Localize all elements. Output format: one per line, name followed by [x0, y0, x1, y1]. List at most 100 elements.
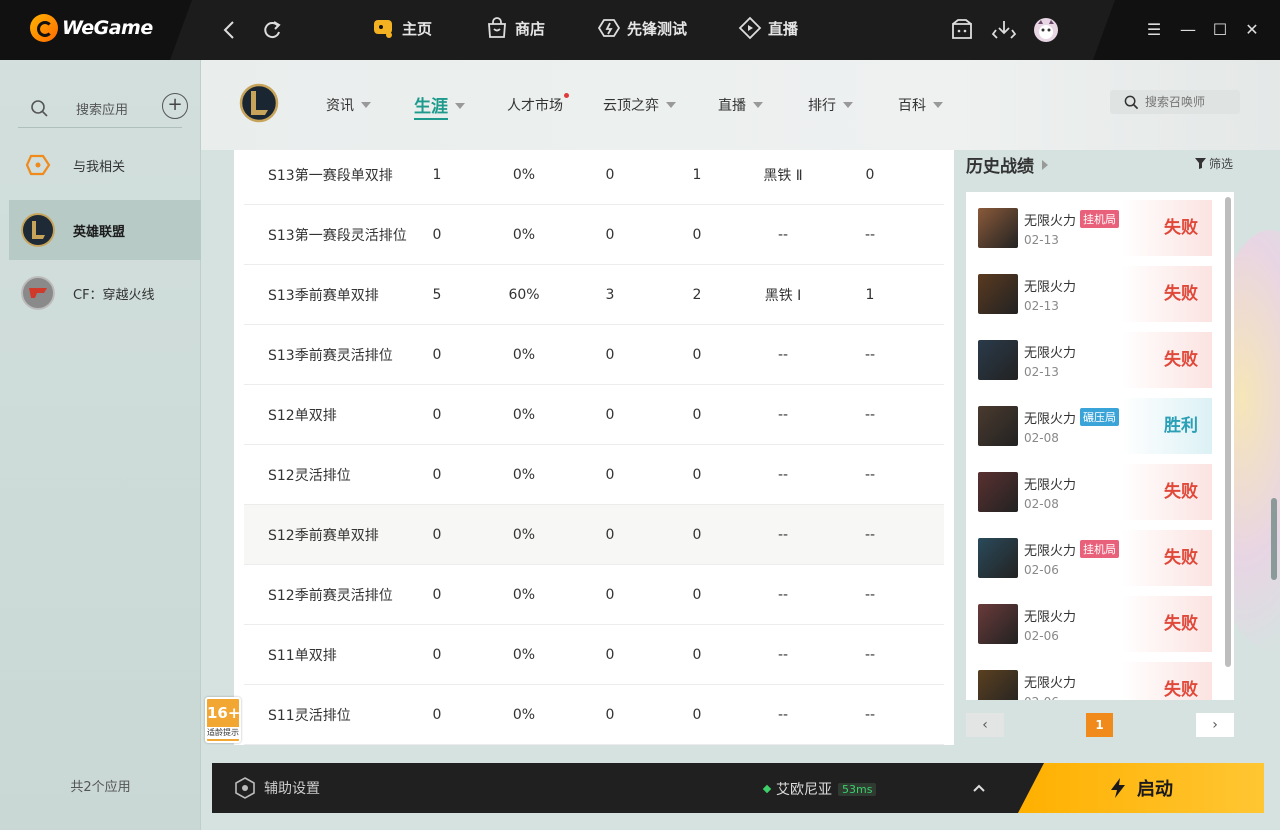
- match-tag: 挂机局: [1080, 210, 1120, 228]
- nav-test[interactable]: 先锋测试: [597, 16, 687, 40]
- queue-name-cell: S12季前赛灵活排位: [268, 587, 393, 604]
- chevron-down-icon: [753, 102, 763, 108]
- match-card[interactable]: 无限火力 02-08 失败: [978, 464, 1212, 520]
- table-row[interactable]: S13第一赛段单双排 1 0% 0 1 黑铁 Ⅱ 0: [244, 150, 944, 205]
- stat-cell: 0: [432, 706, 442, 723]
- tab-label: 生涯: [414, 92, 448, 120]
- menu-icon[interactable]: ☰: [1142, 18, 1166, 42]
- page-scrollbar[interactable]: [1271, 498, 1277, 580]
- assist-settings-button[interactable]: 辅助设置: [234, 777, 320, 799]
- lol-logo[interactable]: [239, 82, 279, 124]
- match-card[interactable]: 无限火力 02-06 失败: [978, 662, 1212, 700]
- stat-cell: 0%: [512, 346, 536, 363]
- add-app-button[interactable]: +: [162, 93, 188, 119]
- summoner-search-input[interactable]: [1145, 95, 1240, 109]
- tab-news[interactable]: 资讯: [326, 95, 371, 115]
- stat-cell: 0: [605, 166, 615, 183]
- match-card[interactable]: 无限火力 挂机局 02-06 失败: [978, 530, 1212, 586]
- match-card[interactable]: 无限火力 碾压局 02-08 胜利: [978, 398, 1212, 454]
- nav-home[interactable]: 主页: [372, 16, 432, 40]
- table-row[interactable]: S12单双排 0 0% 0 0 -- --: [244, 385, 944, 445]
- match-info: 无限火力 02-06: [1024, 606, 1076, 643]
- ranked-stats-table: S13第一赛段单双排 1 0% 0 1 黑铁 Ⅱ 0 S13第一赛段灵活排位 0 0% 0 0 -- --…: [234, 150, 954, 745]
- mailbox-icon[interactable]: [948, 16, 976, 44]
- server-selector[interactable]: 艾欧尼亚 53ms: [762, 779, 877, 799]
- current-page[interactable]: 1: [1086, 713, 1113, 737]
- wegame-logo-icon: [30, 14, 58, 42]
- match-mode-row: 无限火力: [1024, 342, 1076, 361]
- app-name: WeGame: [62, 17, 153, 39]
- refresh-icon[interactable]: [258, 16, 286, 44]
- sidebar-item-related[interactable]: 与我相关: [9, 135, 201, 195]
- tab-ranking[interactable]: 排行: [808, 95, 853, 115]
- stat-cell: 0: [605, 406, 615, 423]
- match-result: 失败: [1122, 200, 1212, 256]
- tab-career[interactable]: 生涯: [414, 92, 465, 120]
- match-card[interactable]: 无限火力 02-13 失败: [978, 332, 1212, 388]
- tab-label: 排行: [808, 98, 836, 114]
- ping-badge: 53ms: [838, 782, 877, 796]
- table-row[interactable]: S12季前赛单双排 0 0% 0 0 -- --: [244, 505, 944, 565]
- match-mode: 无限火力: [1024, 345, 1077, 361]
- search-icon: [1124, 95, 1139, 109]
- tab-label: 人才市场: [507, 98, 563, 114]
- back-icon[interactable]: [216, 16, 244, 44]
- chevron-up-icon[interactable]: [972, 781, 986, 795]
- download-icon[interactable]: [990, 16, 1018, 44]
- maximize-icon[interactable]: ☐: [1208, 18, 1232, 42]
- table-row[interactable]: S12季前赛灵活排位 0 0% 0 0 -- --: [244, 565, 944, 625]
- stat-cell: --: [864, 346, 876, 363]
- app-search[interactable]: 搜索应用 +: [18, 90, 188, 128]
- live-icon: [738, 16, 762, 40]
- title-bar: WeGame 主页 商店 先锋测试 直播 ☰ — ☐ ✕: [0, 0, 1280, 60]
- match-card[interactable]: 无限火力 02-06 失败: [978, 596, 1212, 652]
- prev-page-button[interactable]: ‹: [966, 713, 1004, 737]
- tab-wiki[interactable]: 百科: [898, 95, 943, 115]
- match-card[interactable]: 无限火力 挂机局 02-13 失败: [978, 200, 1212, 256]
- match-info: 无限火力 02-08: [1024, 474, 1076, 511]
- lol-icon: [21, 213, 55, 247]
- match-history-list: 无限火力 挂机局 02-13 失败 无限火力 02-13 失败 无限火力 02-13 失败 无限火力…: [966, 192, 1234, 700]
- notification-dot: [564, 93, 569, 98]
- match-result: 失败: [1122, 530, 1212, 586]
- queue-name-cell: S12季前赛单双排: [268, 527, 379, 544]
- filter-button[interactable]: 筛选: [1195, 155, 1233, 172]
- minimize-icon[interactable]: —: [1176, 18, 1200, 42]
- age-rating-text: 适龄提示: [207, 727, 239, 739]
- stat-cell: 0: [432, 466, 442, 483]
- avatar[interactable]: [1032, 16, 1060, 44]
- stat-cell: --: [777, 466, 789, 483]
- table-row[interactable]: S13季前赛单双排 5 60% 3 2 黑铁 Ⅰ 1: [244, 265, 944, 325]
- match-card[interactable]: 无限火力 02-13 失败: [978, 266, 1212, 322]
- stat-cell: 0%: [512, 226, 536, 243]
- table-row[interactable]: S11灵活排位 0 0% 0 0 -- --: [244, 685, 944, 745]
- table-row[interactable]: S11单双排 0 0% 0 0 -- --: [244, 625, 944, 685]
- stat-cell: 2: [692, 286, 702, 303]
- table-row[interactable]: S12灵活排位 0 0% 0 0 -- --: [244, 445, 944, 505]
- history-title[interactable]: 历史战绩: [966, 152, 1048, 177]
- history-scrollbar[interactable]: [1225, 197, 1231, 667]
- match-result: 失败: [1122, 464, 1212, 520]
- close-icon[interactable]: ✕: [1240, 18, 1264, 42]
- sidebar-item-cf[interactable]: CF：穿越火线: [9, 263, 201, 323]
- app-count: 共2个应用: [70, 780, 131, 795]
- tab-label: 云顶之弈: [603, 98, 659, 114]
- tab-live[interactable]: 直播: [718, 95, 763, 115]
- table-row[interactable]: S13季前赛灵活排位 0 0% 0 0 -- --: [244, 325, 944, 385]
- nav-shop[interactable]: 商店: [485, 16, 545, 40]
- match-date: 02-13: [1024, 298, 1059, 313]
- tab-tft[interactable]: 云顶之弈: [603, 95, 676, 115]
- nav-live[interactable]: 直播: [738, 16, 798, 40]
- champion-portrait: [978, 604, 1018, 644]
- stat-cell: 0: [692, 706, 702, 723]
- wegame-logo[interactable]: WeGame: [30, 14, 153, 42]
- stat-cell: 0: [432, 586, 442, 603]
- summoner-search[interactable]: [1110, 90, 1240, 114]
- chevron-down-icon: [666, 102, 676, 108]
- next-page-button[interactable]: ›: [1196, 713, 1234, 737]
- launch-button[interactable]: 启动: [1018, 763, 1264, 813]
- queue-name-cell: S13第一赛段灵活排位: [268, 227, 407, 244]
- tab-talent-market[interactable]: 人才市场: [507, 93, 569, 115]
- sidebar-item-lol[interactable]: 英雄联盟: [9, 200, 201, 260]
- table-row[interactable]: S13第一赛段灵活排位 0 0% 0 0 -- --: [244, 205, 944, 265]
